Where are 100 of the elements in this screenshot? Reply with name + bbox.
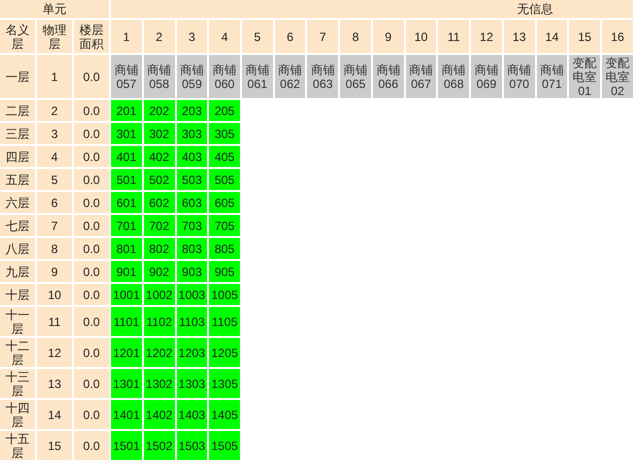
column-header: 7 [307, 20, 338, 53]
unit-cell: 205 [209, 100, 240, 121]
unit-cell: 902 [144, 261, 174, 282]
floor-name-cell: 九层 [0, 261, 35, 282]
unit-cell: 1505 [209, 431, 240, 460]
unit-cell: 605 [209, 192, 240, 213]
unit-cell: 1003 [176, 284, 208, 305]
floor-name-cell: 五层 [0, 169, 35, 190]
column-header: 10 [406, 20, 436, 53]
shop-cell: 商铺060 [209, 55, 240, 98]
table-cell: 0.0 [74, 307, 110, 336]
table-cell: 14 [37, 400, 72, 429]
unit-cell: 1502 [144, 431, 174, 460]
table-cell: 0.0 [74, 400, 110, 429]
unit-cell: 302 [144, 123, 174, 144]
unit-cell: 1405 [209, 400, 240, 429]
table-cell: 0.0 [74, 146, 110, 167]
unit-cell: 1105 [209, 307, 240, 336]
unit-cell: 1301 [111, 369, 142, 398]
table-cell: 0.0 [74, 261, 110, 282]
table-cell: 6 [37, 192, 72, 213]
table-cell: 9 [37, 261, 72, 282]
shop-cell: 商铺059 [176, 55, 208, 98]
column-header: 物理层 [37, 20, 72, 53]
floor-name-cell: 十二层 [0, 338, 35, 367]
unit-cell: 1305 [209, 369, 240, 398]
unit-cell: 1101 [111, 307, 142, 336]
unit-cell: 901 [111, 261, 142, 282]
unit-cell: 1503 [176, 431, 208, 460]
shop-cell: 商铺068 [438, 55, 470, 98]
table-cell: 0.0 [74, 431, 110, 460]
unit-cell: 702 [144, 215, 174, 236]
table-cell: 0.0 [74, 238, 110, 259]
column-header: 1 [111, 20, 142, 53]
table-cell: 0.0 [74, 369, 110, 398]
shop-cell: 商铺066 [372, 55, 404, 98]
unit-cell: 403 [176, 146, 208, 167]
shop-cell: 商铺062 [274, 55, 306, 98]
shop-cell: 商铺065 [340, 55, 371, 98]
unit-cell: 1102 [144, 307, 174, 336]
column-header: 14 [536, 20, 568, 53]
shop-cell: 商铺061 [242, 55, 273, 98]
unit-cell: 201 [111, 100, 142, 121]
table-cell: 12 [37, 338, 72, 367]
floor-name-cell: 十层 [0, 284, 35, 305]
unit-cell: 303 [176, 123, 208, 144]
table-cell: 0.0 [74, 192, 110, 213]
table-cell: 8 [37, 238, 72, 259]
column-header: 16 [602, 20, 633, 53]
unit-cell: 1501 [111, 431, 142, 460]
unit-cell: 405 [209, 146, 240, 167]
column-header: 13 [504, 20, 535, 53]
unit-cell: 602 [144, 192, 174, 213]
unit-cell: 1205 [209, 338, 240, 367]
table-cell: 13 [37, 369, 72, 398]
table-cell: 0.0 [74, 55, 110, 98]
column-header: 名义层 [0, 20, 35, 53]
shop-cell: 商铺063 [307, 55, 338, 98]
table-cell: 5 [37, 169, 72, 190]
unit-cell: 705 [209, 215, 240, 236]
table-cell: 0.0 [74, 169, 110, 190]
column-header: 楼层面积 [74, 20, 110, 53]
unit-cell: 603 [176, 192, 208, 213]
unit-cell: 1201 [111, 338, 142, 367]
table-cell: 3 [37, 123, 72, 144]
table-cell: 15 [37, 431, 72, 460]
unit-cell: 401 [111, 146, 142, 167]
unit-cell: 301 [111, 123, 142, 144]
column-header: 2 [144, 20, 174, 53]
header-cell: 无信息 [111, 0, 633, 18]
unit-cell: 202 [144, 100, 174, 121]
unit-cell: 502 [144, 169, 174, 190]
unit-cell: 1203 [176, 338, 208, 367]
unit-cell: 801 [111, 238, 142, 259]
column-header: 5 [242, 20, 273, 53]
unit-cell: 1302 [144, 369, 174, 398]
shop-cell: 商铺058 [144, 55, 174, 98]
unit-cell: 1001 [111, 284, 142, 305]
floor-name-cell: 十四层 [0, 400, 35, 429]
shop-cell: 商铺071 [536, 55, 568, 98]
unit-cell: 1103 [176, 307, 208, 336]
column-header: 4 [209, 20, 240, 53]
unit-cell: 305 [209, 123, 240, 144]
floor-name-cell: 六层 [0, 192, 35, 213]
floor-name-cell: 八层 [0, 238, 35, 259]
unit-cell: 203 [176, 100, 208, 121]
shop-cell: 商铺070 [504, 55, 535, 98]
column-header: 8 [340, 20, 371, 53]
shop-cell: 商铺067 [406, 55, 436, 98]
unit-cell: 803 [176, 238, 208, 259]
column-header: 3 [176, 20, 208, 53]
header-cell: 单元 [0, 0, 110, 18]
table-cell: 1 [37, 55, 72, 98]
table-cell: 0.0 [74, 284, 110, 305]
column-header: 12 [471, 20, 502, 53]
floor-name-cell: 一层 [0, 55, 35, 98]
floor-name-cell: 四层 [0, 146, 35, 167]
floor-name-cell: 十一层 [0, 307, 35, 336]
table-cell: 0.0 [74, 123, 110, 144]
shop-cell: 变配电室02 [602, 55, 633, 98]
